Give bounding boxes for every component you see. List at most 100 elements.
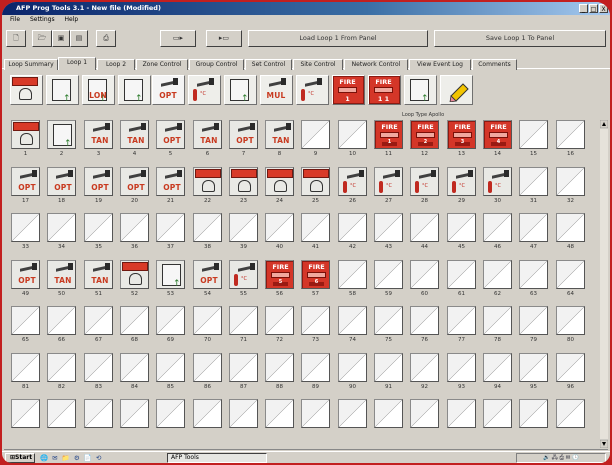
empty-address-cell[interactable] [338, 353, 367, 382]
device-cell[interactable]: OPT [156, 167, 185, 196]
new-file-button[interactable]: 🗋 [6, 30, 26, 47]
tab-set-control[interactable]: Set Control [245, 59, 292, 70]
grid-scrollbar[interactable] [599, 119, 609, 449]
empty-address-cell[interactable] [556, 167, 585, 196]
tab-comments[interactable]: Comments [472, 59, 517, 70]
menu-file[interactable]: File [10, 16, 20, 23]
empty-address-cell[interactable] [301, 120, 330, 149]
palette-item-heat2[interactable]: °C [296, 75, 329, 105]
device-cell[interactable]: OPT [120, 167, 149, 196]
empty-address-cell[interactable] [84, 213, 113, 242]
system-tray[interactable]: 🔊 🖧 ⎙ ✉ 🕒 [516, 453, 606, 463]
palette-item-fire[interactable]: FIRE 1 [332, 75, 365, 105]
empty-address-cell[interactable] [156, 306, 185, 335]
empty-address-cell[interactable] [11, 353, 40, 382]
empty-address-cell[interactable] [120, 213, 149, 242]
palette-item-io[interactable]: ↑ [224, 75, 257, 105]
empty-address-cell[interactable] [519, 399, 548, 428]
device-cell[interactable]: ↑ [156, 260, 185, 289]
menu-settings[interactable]: Settings [30, 16, 55, 23]
empty-address-cell[interactable] [301, 213, 330, 242]
empty-address-cell[interactable] [338, 120, 367, 149]
device-cell[interactable]: FIRE 2 [410, 120, 439, 149]
device-cell[interactable]: OPT [47, 167, 76, 196]
save-loop-button[interactable]: Save Loop 1 To Panel [434, 30, 606, 47]
empty-address-cell[interactable] [556, 260, 585, 289]
tab-loop-2[interactable]: Loop 2 [97, 59, 135, 70]
empty-address-cell[interactable] [120, 399, 149, 428]
empty-address-cell[interactable] [374, 213, 403, 242]
device-cell[interactable]: FIRE 3 [447, 120, 476, 149]
tab-view-event-log[interactable]: View Event Log [409, 59, 471, 70]
empty-address-cell[interactable] [193, 306, 222, 335]
empty-address-cell[interactable] [447, 306, 476, 335]
device-cell[interactable]: OPT [156, 120, 185, 149]
download-from-panel-button[interactable]: ▸▭ [206, 30, 242, 47]
empty-address-cell[interactable] [374, 260, 403, 289]
empty-address-cell[interactable] [229, 353, 258, 382]
empty-address-cell[interactable] [447, 399, 476, 428]
empty-address-cell[interactable] [410, 353, 439, 382]
empty-address-cell[interactable] [374, 399, 403, 428]
empty-address-cell[interactable] [556, 353, 585, 382]
device-cell[interactable]: FIRE 5 [265, 260, 294, 289]
empty-address-cell[interactable] [447, 353, 476, 382]
palette-item-io[interactable]: ↑ [404, 75, 437, 105]
device-cell[interactable]: °C [483, 167, 512, 196]
device-cell[interactable]: FIRE 4 [483, 120, 512, 149]
close-button[interactable]: X [599, 4, 608, 13]
empty-address-cell[interactable] [120, 353, 149, 382]
open-file-button[interactable]: 🗁 [32, 30, 52, 47]
tab-zone-control[interactable]: Zone Control [136, 59, 188, 70]
empty-address-cell[interactable] [338, 306, 367, 335]
device-cell[interactable]: °C [338, 167, 367, 196]
device-cell[interactable]: °C [229, 260, 258, 289]
empty-address-cell[interactable] [84, 353, 113, 382]
empty-address-cell[interactable] [84, 306, 113, 335]
device-cell[interactable]: °C [410, 167, 439, 196]
device-cell[interactable]: °C [447, 167, 476, 196]
empty-address-cell[interactable] [193, 213, 222, 242]
empty-address-cell[interactable] [447, 260, 476, 289]
empty-address-cell[interactable] [556, 399, 585, 428]
save-as-button[interactable]: ▤ [70, 30, 88, 47]
device-cell[interactable]: FIRE 6 [301, 260, 330, 289]
empty-address-cell[interactable] [410, 306, 439, 335]
palette-item-io2[interactable]: ↑ [118, 75, 151, 105]
empty-address-cell[interactable] [265, 306, 294, 335]
empty-address-cell[interactable] [519, 260, 548, 289]
taskbar-task-afp[interactable]: AFP Tools [167, 453, 267, 463]
empty-address-cell[interactable] [11, 399, 40, 428]
empty-address-cell[interactable] [410, 399, 439, 428]
palette-item-edit[interactable] [440, 75, 473, 105]
empty-address-cell[interactable] [193, 399, 222, 428]
empty-address-cell[interactable] [301, 353, 330, 382]
empty-address-cell[interactable] [483, 399, 512, 428]
quick-launch-icons[interactable]: 🌐 ✉ 📁 ⚙ 📄 ⟲ [40, 454, 102, 462]
empty-address-cell[interactable] [338, 399, 367, 428]
empty-address-cell[interactable] [447, 213, 476, 242]
empty-address-cell[interactable] [156, 353, 185, 382]
empty-address-cell[interactable] [229, 306, 258, 335]
empty-address-cell[interactable] [483, 260, 512, 289]
empty-address-cell[interactable] [11, 213, 40, 242]
empty-address-cell[interactable] [47, 399, 76, 428]
device-cell[interactable]: OPT [193, 260, 222, 289]
device-cell[interactable] [265, 167, 294, 196]
device-cell[interactable]: OPT [229, 120, 258, 149]
device-cell[interactable]: TAN [193, 120, 222, 149]
empty-address-cell[interactable] [556, 213, 585, 242]
empty-address-cell[interactable] [265, 399, 294, 428]
device-cell[interactable]: TAN [47, 260, 76, 289]
palette-item-heat[interactable]: °C [188, 75, 221, 105]
device-cell[interactable]: OPT [84, 167, 113, 196]
palette-item-io[interactable]: ↑ LON [82, 75, 115, 105]
device-cell[interactable] [229, 167, 258, 196]
device-cell[interactable]: TAN [84, 120, 113, 149]
empty-address-cell[interactable] [84, 399, 113, 428]
empty-address-cell[interactable] [556, 306, 585, 335]
device-cell[interactable]: TAN [120, 120, 149, 149]
empty-address-cell[interactable] [519, 120, 548, 149]
empty-address-cell[interactable] [338, 260, 367, 289]
empty-address-cell[interactable] [47, 213, 76, 242]
